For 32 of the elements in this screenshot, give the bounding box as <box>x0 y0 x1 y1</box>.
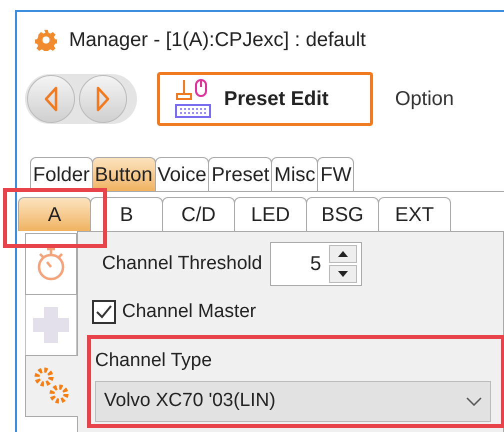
down-arrow-icon <box>338 271 348 277</box>
channel-master-label: Channel Master <box>122 300 256 324</box>
side-tab[interactable] <box>25 355 78 417</box>
spin-down-button[interactable] <box>329 265 358 283</box>
left-triangle-icon <box>44 86 58 112</box>
tab[interactable]: EXT <box>378 197 451 231</box>
option-label[interactable]: Option <box>395 84 454 114</box>
stopwatch-icon <box>35 246 67 282</box>
preset-edit-button[interactable]: Preset Edit <box>157 72 373 126</box>
up-arrow-icon <box>338 251 348 257</box>
chevron-down-icon <box>466 397 482 406</box>
spin-up-button[interactable] <box>329 245 358 263</box>
tab[interactable]: Folder <box>30 157 93 191</box>
channel-type-value: Volvo XC70 '03(LIN) <box>104 389 277 414</box>
threshold-spin-box[interactable]: 5 <box>270 242 362 286</box>
threshold-value: 5 <box>309 252 322 277</box>
brush-keyboard-mouse-icon <box>174 78 214 120</box>
tab[interactable]: Button <box>92 157 156 191</box>
side-tab[interactable] <box>25 233 77 295</box>
window-title: Manager - [1(A):CPJexc] : default <box>69 28 366 53</box>
checkmark-icon <box>96 305 112 320</box>
channel-master-checkbox[interactable] <box>92 300 116 324</box>
previous-button[interactable] <box>27 75 75 123</box>
channel-type-dropdown[interactable]: Volvo XC70 '03(LIN) <box>95 381 491 422</box>
tab[interactable]: FW <box>317 157 354 191</box>
tab[interactable]: A <box>18 197 91 231</box>
plus-icon <box>31 305 71 345</box>
channel-type-label: Channel Type <box>95 348 213 372</box>
channel-threshold-label: Channel Threshold <box>102 252 262 276</box>
gear-icon <box>35 29 57 51</box>
next-button[interactable] <box>79 75 127 123</box>
right-triangle-icon <box>96 86 110 112</box>
